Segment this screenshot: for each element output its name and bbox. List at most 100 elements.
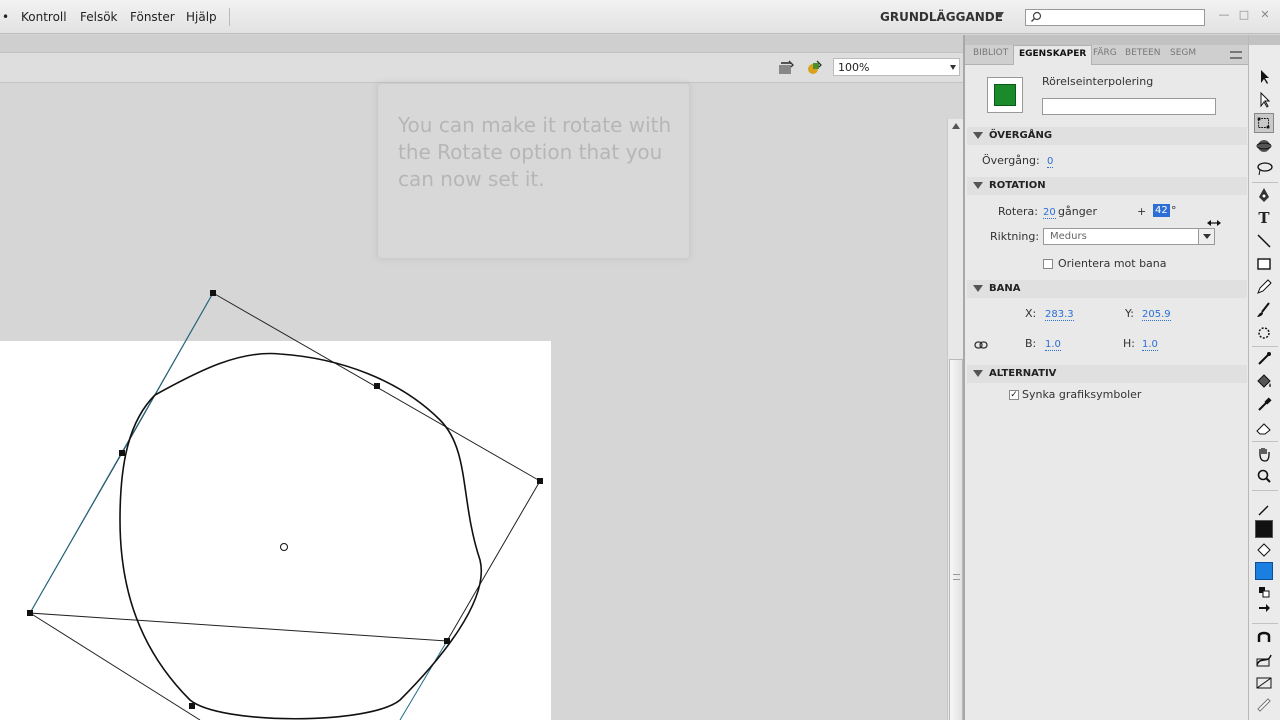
smooth-icon[interactable] (1254, 650, 1274, 670)
tab-color[interactable]: FÄRG (1093, 48, 1117, 58)
x-label: X: (1025, 307, 1037, 320)
orient-checkbox[interactable] (1043, 259, 1053, 269)
tween-symbol-icon (994, 84, 1016, 106)
collapse-arrow-icon[interactable] (973, 285, 983, 292)
tools-panel: T (1248, 35, 1280, 720)
fill-color-icon[interactable] (1254, 541, 1274, 561)
swap-colors-icon[interactable] (1254, 600, 1274, 620)
subselection-tool-icon[interactable] (1254, 90, 1274, 110)
w-value[interactable]: 1.0 (1045, 339, 1061, 351)
instance-type-label: Rörelseinterpolering (1042, 75, 1154, 88)
direction-label: Riktning: (990, 230, 1040, 243)
plus-label: + (1137, 205, 1147, 218)
grip-icon (953, 574, 960, 580)
rotate-degrees-value[interactable]: 42 (1153, 204, 1170, 217)
collapse-arrow-icon[interactable] (973, 182, 983, 189)
tab-properties[interactable]: EGENSKAPER (1013, 45, 1093, 65)
free-transform-tool-icon[interactable] (1254, 113, 1274, 133)
pencil-tool-icon[interactable] (1254, 277, 1274, 297)
stage-area[interactable]: 100% You can make it rotate with the Rot… (0, 35, 963, 720)
instance-name-input[interactable] (1042, 98, 1216, 115)
rotate-label: Rotera: (998, 205, 1038, 218)
ease-value[interactable]: 0 (1047, 156, 1054, 168)
hand-tool-icon[interactable] (1254, 444, 1274, 464)
minimize-button[interactable]: — (1218, 9, 1230, 21)
scroll-up-icon[interactable] (952, 123, 960, 129)
section-title: ÖVERGÅNG (989, 130, 1053, 141)
ease-label: Övergång: (982, 154, 1040, 167)
section-alternativ[interactable]: ALTERNATIV (967, 365, 1247, 383)
pen-tool-icon[interactable] (1254, 185, 1274, 205)
link-icon[interactable] (974, 341, 988, 349)
caption-text: You can make it rotate with the Rotate o… (398, 113, 672, 191)
deco-tool-icon[interactable] (1254, 323, 1274, 343)
menu-hjalp[interactable]: Hjälp (186, 10, 217, 24)
rotate-unit-label: gånger (1058, 205, 1097, 218)
h-value[interactable]: 1.0 (1142, 339, 1158, 351)
tab-behaviors[interactable]: BETEEN (1125, 48, 1160, 58)
tools-header-strip (1249, 35, 1280, 45)
section-bana[interactable]: BANA (967, 280, 1247, 298)
lasso-tool-icon[interactable] (1254, 159, 1274, 179)
menu-separator (229, 8, 230, 26)
tool-separator (1252, 623, 1278, 624)
direction-select-button[interactable] (1198, 229, 1214, 244)
eyedropper-tool-icon[interactable] (1254, 395, 1274, 415)
paint-bucket-tool-icon[interactable] (1254, 372, 1274, 392)
brush-tool-icon[interactable] (1254, 300, 1274, 320)
sync-checkbox[interactable]: ✓ (1009, 390, 1019, 400)
scroll-thumb[interactable] (949, 359, 963, 720)
menu-fonster[interactable]: Fönster (130, 10, 175, 24)
tab-segments[interactable]: SEGM (1170, 48, 1196, 58)
tutorial-caption: You can make it rotate with the Rotate o… (377, 83, 690, 259)
3d-rotation-tool-icon[interactable] (1254, 136, 1274, 156)
section-rotation[interactable]: ROTATION (967, 177, 1247, 195)
rotate-count-value[interactable]: 20 (1043, 207, 1056, 219)
options-icon[interactable] (1254, 695, 1274, 715)
section-title: ALTERNATIV (989, 368, 1057, 379)
section-title: ROTATION (989, 180, 1046, 191)
zoom-tool-icon[interactable] (1254, 467, 1274, 487)
fill-color-swatch[interactable] (1255, 562, 1273, 580)
tab-library[interactable]: BIBLIOT (973, 48, 1008, 58)
eraser-tool-icon[interactable] (1254, 418, 1274, 438)
tool-separator (1252, 182, 1278, 183)
black-white-icon[interactable] (1254, 582, 1274, 602)
stroke-color-swatch[interactable] (1255, 520, 1273, 538)
stroke-color-icon[interactable] (1254, 500, 1274, 520)
close-button[interactable]: ✕ (1259, 9, 1271, 21)
menu-felsok[interactable]: Felsök (80, 10, 118, 24)
section-overgang[interactable]: ÖVERGÅNG (967, 127, 1247, 145)
text-tool-icon[interactable]: T (1254, 208, 1274, 228)
panel-menu-icon[interactable] (1230, 51, 1242, 59)
panel-header-strip (965, 35, 1250, 45)
panel-tabs: BIBLIOT EGENSKAPER FÄRG BETEEN SEGM (965, 45, 1250, 65)
x-value[interactable]: 283.3 (1045, 309, 1074, 321)
maximize-button[interactable]: □ (1238, 9, 1250, 21)
snap-magnet-icon[interactable] (1254, 627, 1274, 647)
chevron-down-icon (950, 65, 956, 70)
help-search-input[interactable] (1025, 9, 1205, 26)
tool-separator (1252, 441, 1278, 442)
vertical-scrollbar[interactable] (947, 119, 963, 720)
chevron-down-icon[interactable] (996, 12, 1004, 18)
section-title: BANA (989, 283, 1021, 294)
direction-select[interactable]: Medurs (1043, 228, 1215, 245)
line-tool-icon[interactable] (1254, 231, 1274, 251)
selection-tool-icon[interactable] (1254, 67, 1274, 87)
bone-tool-icon[interactable] (1254, 349, 1274, 369)
collapse-arrow-icon[interactable] (973, 370, 983, 377)
search-icon (1031, 11, 1042, 22)
rectangle-tool-icon[interactable] (1254, 254, 1274, 274)
orient-label: Orientera mot bana (1058, 257, 1167, 270)
h-label: H: (1123, 337, 1135, 350)
straighten-icon[interactable] (1254, 673, 1274, 693)
collapse-arrow-icon[interactable] (973, 132, 983, 139)
tool-separator (1252, 346, 1278, 347)
degree-sign: ° (1171, 204, 1177, 217)
motion-tween-icon (987, 77, 1023, 113)
workspace-switcher[interactable]: GRUNDLÄGGANDE (880, 10, 1003, 24)
y-value[interactable]: 205.9 (1142, 309, 1171, 321)
menu-kontroll[interactable]: Kontroll (21, 10, 67, 24)
menu-bar: • Kontroll Felsök Fönster Hjälp GRUNDLÄG… (0, 0, 1280, 34)
